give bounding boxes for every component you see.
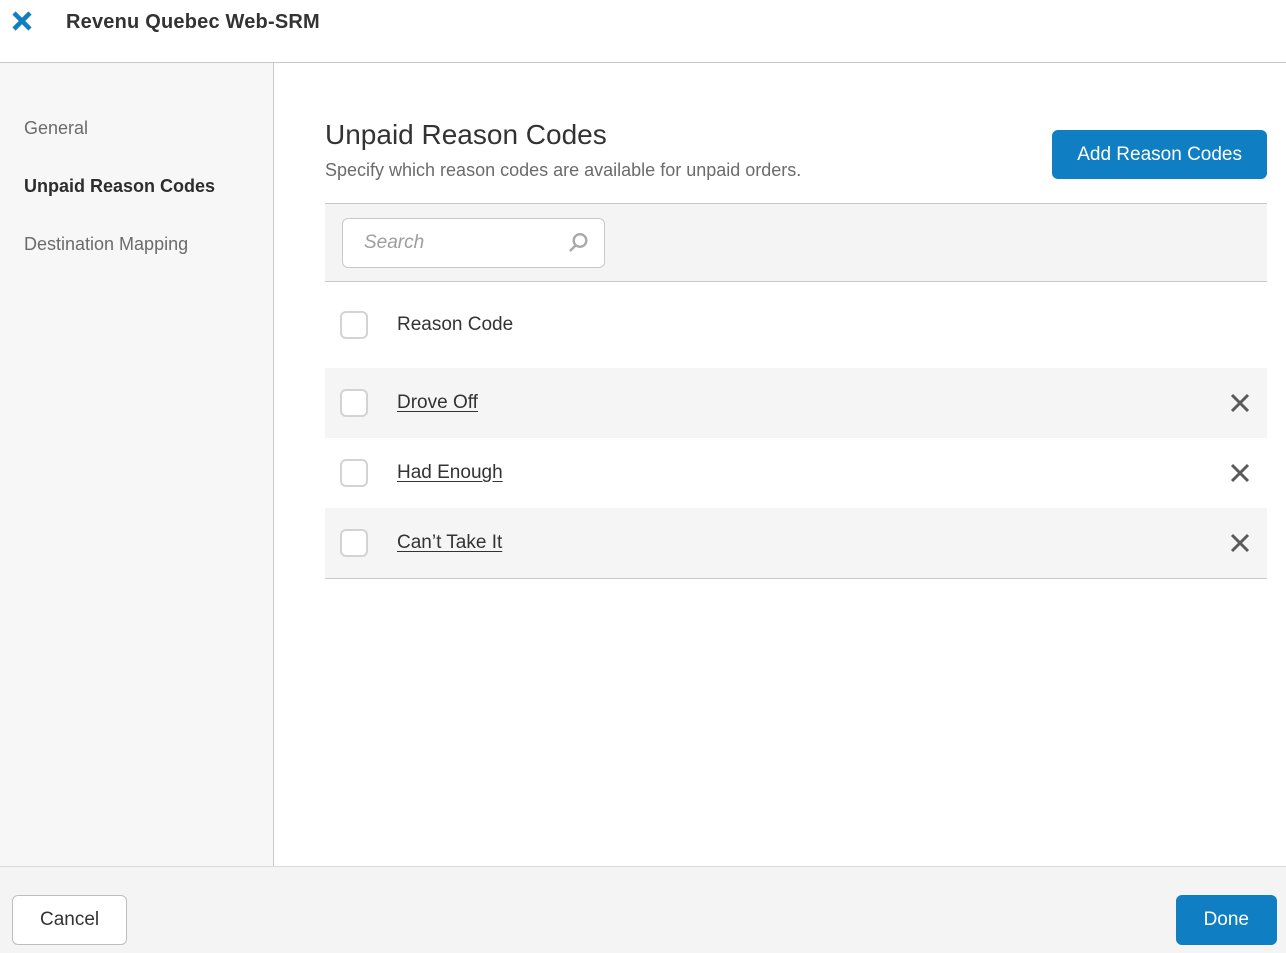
column-header-reason-code: Reason Code (397, 314, 513, 336)
reason-code-link[interactable]: Had Enough (397, 462, 503, 484)
page-title-block: Unpaid Reason Codes Specify which reason… (325, 118, 801, 182)
table-header-row: Reason Code (325, 282, 1267, 368)
sidebar-item-unpaid-reason-codes[interactable]: Unpaid Reason Codes (0, 157, 273, 215)
search-input-wrapper (342, 218, 605, 268)
dialog-title: Revenu Quebec Web-SRM (66, 9, 320, 35)
close-icon[interactable] (10, 9, 34, 33)
reason-code-link[interactable]: Drove Off (397, 392, 478, 414)
x-icon (1228, 461, 1252, 485)
dialog-footer: Cancel Done (0, 866, 1286, 953)
reason-code-row: Drove Off (325, 368, 1267, 438)
settings-sidebar: General Unpaid Reason Codes Destination … (0, 63, 274, 866)
delete-row-icon[interactable] (1228, 531, 1252, 555)
done-button[interactable]: Done (1176, 895, 1277, 945)
search-bar (325, 203, 1267, 282)
select-all-checkbox[interactable] (340, 311, 368, 339)
reason-code-row: Had Enough (325, 438, 1267, 508)
page-subtitle: Specify which reason codes are available… (325, 158, 801, 182)
web-srm-settings-dialog: Revenu Quebec Web-SRM General Unpaid Rea… (0, 0, 1286, 953)
delete-row-icon[interactable] (1228, 391, 1252, 415)
add-reason-codes-button[interactable]: Add Reason Codes (1052, 130, 1267, 179)
x-icon (1228, 391, 1252, 415)
row-checkbox[interactable] (340, 529, 368, 557)
content-header: Unpaid Reason Codes Specify which reason… (325, 118, 1267, 182)
dialog-header: Revenu Quebec Web-SRM (0, 0, 1286, 63)
sidebar-item-general[interactable]: General (0, 99, 273, 157)
cancel-button[interactable]: Cancel (12, 895, 127, 945)
reason-codes-table: Reason Code Drove Off Had Enough (325, 282, 1267, 579)
delete-row-icon[interactable] (1228, 461, 1252, 485)
row-checkbox[interactable] (340, 459, 368, 487)
dialog-body: General Unpaid Reason Codes Destination … (0, 63, 1286, 866)
sidebar-item-destination-mapping[interactable]: Destination Mapping (0, 215, 273, 273)
row-checkbox[interactable] (340, 389, 368, 417)
reason-codes-table-body: Drove Off Had Enough (325, 368, 1267, 578)
reason-code-link[interactable]: Can’t Take It (397, 532, 502, 554)
search-input[interactable] (342, 218, 605, 268)
close-x-glyph (10, 9, 34, 33)
reason-code-row: Can’t Take It (325, 508, 1267, 578)
x-icon (1228, 531, 1252, 555)
page-title: Unpaid Reason Codes (325, 118, 801, 152)
main-panel: Unpaid Reason Codes Specify which reason… (274, 63, 1286, 866)
